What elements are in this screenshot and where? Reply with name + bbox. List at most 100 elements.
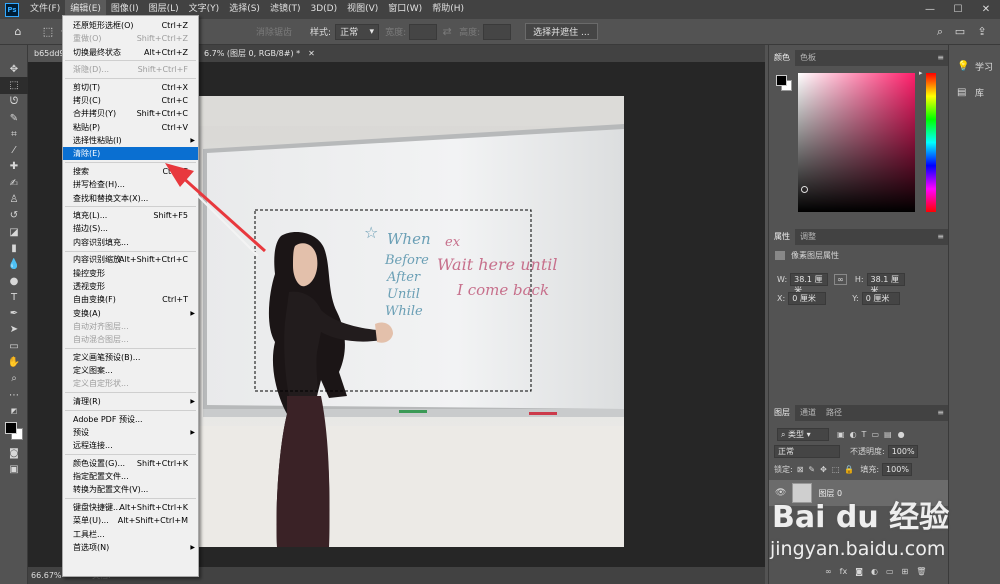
filter-smart-object-icon[interactable]: ▤	[884, 430, 892, 439]
filter-adjustment-icon[interactable]: ◐	[850, 430, 857, 439]
menu-item[interactable]: 远程连接...	[63, 439, 198, 452]
menu-file[interactable]: 文件(F)	[25, 0, 65, 19]
tab-swatches[interactable]: 色板	[795, 50, 821, 66]
eyedropper-tool-icon[interactable]: ⁄	[0, 142, 28, 158]
menu-item[interactable]: 还原矩形选框(O) Ctrl+Z	[63, 19, 198, 32]
close-button[interactable]: ✕	[972, 0, 1000, 19]
menu-help[interactable]: 帮助(H)	[427, 0, 469, 19]
menu-item[interactable]: 键盘快捷键... Alt+Shift+Ctrl+K	[63, 501, 198, 514]
menu-item[interactable]: 工具栏...	[63, 528, 198, 541]
menu-item[interactable]: 定义画笔预设(B)...	[63, 351, 198, 364]
menu-item[interactable]: 选择性粘贴(I) ▶	[63, 134, 198, 147]
link-icon[interactable]: ∞	[834, 274, 847, 285]
shape-tool-icon[interactable]: ▭	[0, 338, 28, 354]
type-tool-icon[interactable]: T	[0, 289, 28, 305]
share-icon[interactable]: ⇪	[972, 22, 992, 42]
filter-toggle-icon[interactable]: ●	[898, 430, 905, 439]
more-tools-icon[interactable]: ⋯	[0, 387, 28, 403]
menu-item[interactable]: 首选项(N) ▶	[63, 541, 198, 554]
tab-layers[interactable]: 图层	[769, 405, 795, 421]
fill-field[interactable]: 100%	[882, 463, 913, 476]
height-field[interactable]	[483, 23, 512, 40]
tab-channels[interactable]: 通道	[795, 405, 821, 421]
lock-image-icon[interactable]: ✎	[808, 465, 815, 474]
select-and-mask-button[interactable]: 选择并遮住 ...	[525, 23, 598, 40]
lasso-tool-icon[interactable]: ᘎ	[0, 94, 28, 110]
filter-type-icon[interactable]: T	[862, 430, 867, 439]
h-field[interactable]: 38.1 厘米	[866, 273, 905, 295]
color-field[interactable]	[798, 73, 915, 212]
menu-item[interactable]: 菜单(U)... Alt+Shift+Ctrl+M	[63, 514, 198, 527]
menu-item[interactable]: 内容识别填充...	[63, 236, 198, 249]
color-swatches[interactable]	[0, 420, 28, 446]
gradient-tool-icon[interactable]: ▮	[0, 240, 28, 256]
fg-swatch[interactable]	[776, 75, 787, 86]
learn-panel-button[interactable]: 💡 学习	[949, 53, 1000, 79]
menu-item[interactable]: 拼写检查(H)...	[63, 178, 198, 191]
path-selection-tool-icon[interactable]: ➤	[0, 322, 28, 338]
dodge-tool-icon[interactable]: ●	[0, 273, 28, 289]
lock-all-icon[interactable]: 🔒	[844, 465, 854, 474]
minimize-button[interactable]: —	[916, 0, 944, 19]
maximize-button[interactable]: ☐	[944, 0, 972, 19]
menu-item[interactable]: 内容识别缩放 Alt+Shift+Ctrl+C	[63, 253, 198, 266]
lock-position-icon[interactable]: ✥	[820, 465, 827, 474]
menu-item[interactable]: 转换为配置文件(V)...	[63, 483, 198, 496]
menu-filter[interactable]: 滤镜(T)	[265, 0, 306, 19]
menu-window[interactable]: 窗口(W)	[383, 0, 427, 19]
y-field[interactable]: 0 厘米	[861, 292, 900, 305]
hand-tool-icon[interactable]: ✋	[0, 354, 28, 370]
zoom-level[interactable]: 66.67%	[31, 571, 62, 580]
menu-item[interactable]: Adobe PDF 预设...	[63, 413, 198, 426]
panel-menu-icon[interactable]: ≡	[937, 53, 944, 62]
menu-item[interactable]: 切换最终状态 Alt+Ctrl+Z	[63, 46, 198, 59]
document-tab-title[interactable]: 6.7% (图层 0, RGB/8#) * ✕	[198, 45, 321, 62]
tab-paths[interactable]: 路径	[821, 405, 847, 421]
blend-mode-select[interactable]: 正常	[774, 445, 840, 458]
marquee-tool-icon[interactable]: ⬚	[38, 22, 58, 42]
filter-pixel-icon[interactable]: ▣	[837, 430, 845, 439]
workspace-icon[interactable]: ▭	[950, 22, 970, 42]
panel-menu-icon[interactable]: ≡	[937, 232, 944, 241]
menu-item[interactable]: 预设 ▶	[63, 426, 198, 439]
menu-item[interactable]: 查找和替换文本(X)...	[63, 192, 198, 205]
lock-artboard-icon[interactable]: ⬚	[832, 465, 840, 474]
menu-item[interactable]: 颜色设置(G)... Shift+Ctrl+K	[63, 457, 198, 470]
x-field[interactable]: 0 厘米	[788, 292, 827, 305]
foreground-color-swatch[interactable]	[5, 421, 17, 434]
home-icon[interactable]: ⌂	[8, 22, 28, 42]
screen-mode-icon[interactable]: ▣	[0, 462, 28, 478]
menu-item[interactable]: 拷贝(C) Ctrl+C	[63, 94, 198, 107]
menu-item[interactable]: 变换(A) ▶	[63, 307, 198, 320]
menu-item[interactable]: 粘贴(P) Ctrl+V	[63, 121, 198, 134]
w-field[interactable]: 38.1 厘米	[790, 273, 829, 295]
quick-mask-icon[interactable]: ◙	[0, 446, 28, 462]
menu-item[interactable]: 剪切(T) Ctrl+X	[63, 81, 198, 94]
menu-item[interactable]: 清除(E)	[63, 147, 198, 161]
search-icon[interactable]: ⌕	[930, 22, 950, 42]
rectangular-marquee-tool-icon[interactable]: ⬚	[0, 77, 28, 94]
menu-item[interactable]: 填充(L)... Shift+F5	[63, 209, 198, 222]
style-select[interactable]: 正常 ▾	[335, 23, 380, 40]
lock-transparent-icon[interactable]: ⊠	[797, 465, 804, 474]
healing-brush-tool-icon[interactable]: ✚	[0, 159, 28, 175]
menu-item[interactable]: 描边(S)...	[63, 222, 198, 235]
hue-slider-handle-icon[interactable]: ▸	[919, 69, 923, 77]
menu-item[interactable]: 定义图案...	[63, 364, 198, 377]
layer-filter-select[interactable]: ⌕ 类型 ▾	[777, 428, 829, 441]
menu-item[interactable]: 自由变换(F) Ctrl+T	[63, 293, 198, 306]
tab-properties[interactable]: 属性	[769, 229, 795, 245]
menu-item[interactable]: 清理(R) ▶	[63, 395, 198, 408]
default-colors-icon[interactable]: ◩	[0, 403, 28, 419]
document-image[interactable]: When Before After Until While ex Wait he…	[199, 96, 624, 547]
tab-adjustments[interactable]: 调整	[795, 229, 821, 245]
menu-item[interactable]: 搜索 Ctrl+F	[63, 165, 198, 178]
crop-tool-icon[interactable]: ⌗	[0, 126, 28, 142]
panel-menu-icon[interactable]: ≡	[937, 408, 944, 417]
menu-item[interactable]: 指定配置文件...	[63, 470, 198, 483]
menu-item[interactable]: 合并拷贝(Y) Shift+Ctrl+C	[63, 107, 198, 120]
close-icon[interactable]: ✕	[308, 49, 315, 58]
zoom-tool-icon[interactable]: ⌕	[0, 371, 28, 387]
menu-item[interactable]: 操控变形	[63, 267, 198, 280]
filter-shape-icon[interactable]: ▭	[871, 430, 879, 439]
